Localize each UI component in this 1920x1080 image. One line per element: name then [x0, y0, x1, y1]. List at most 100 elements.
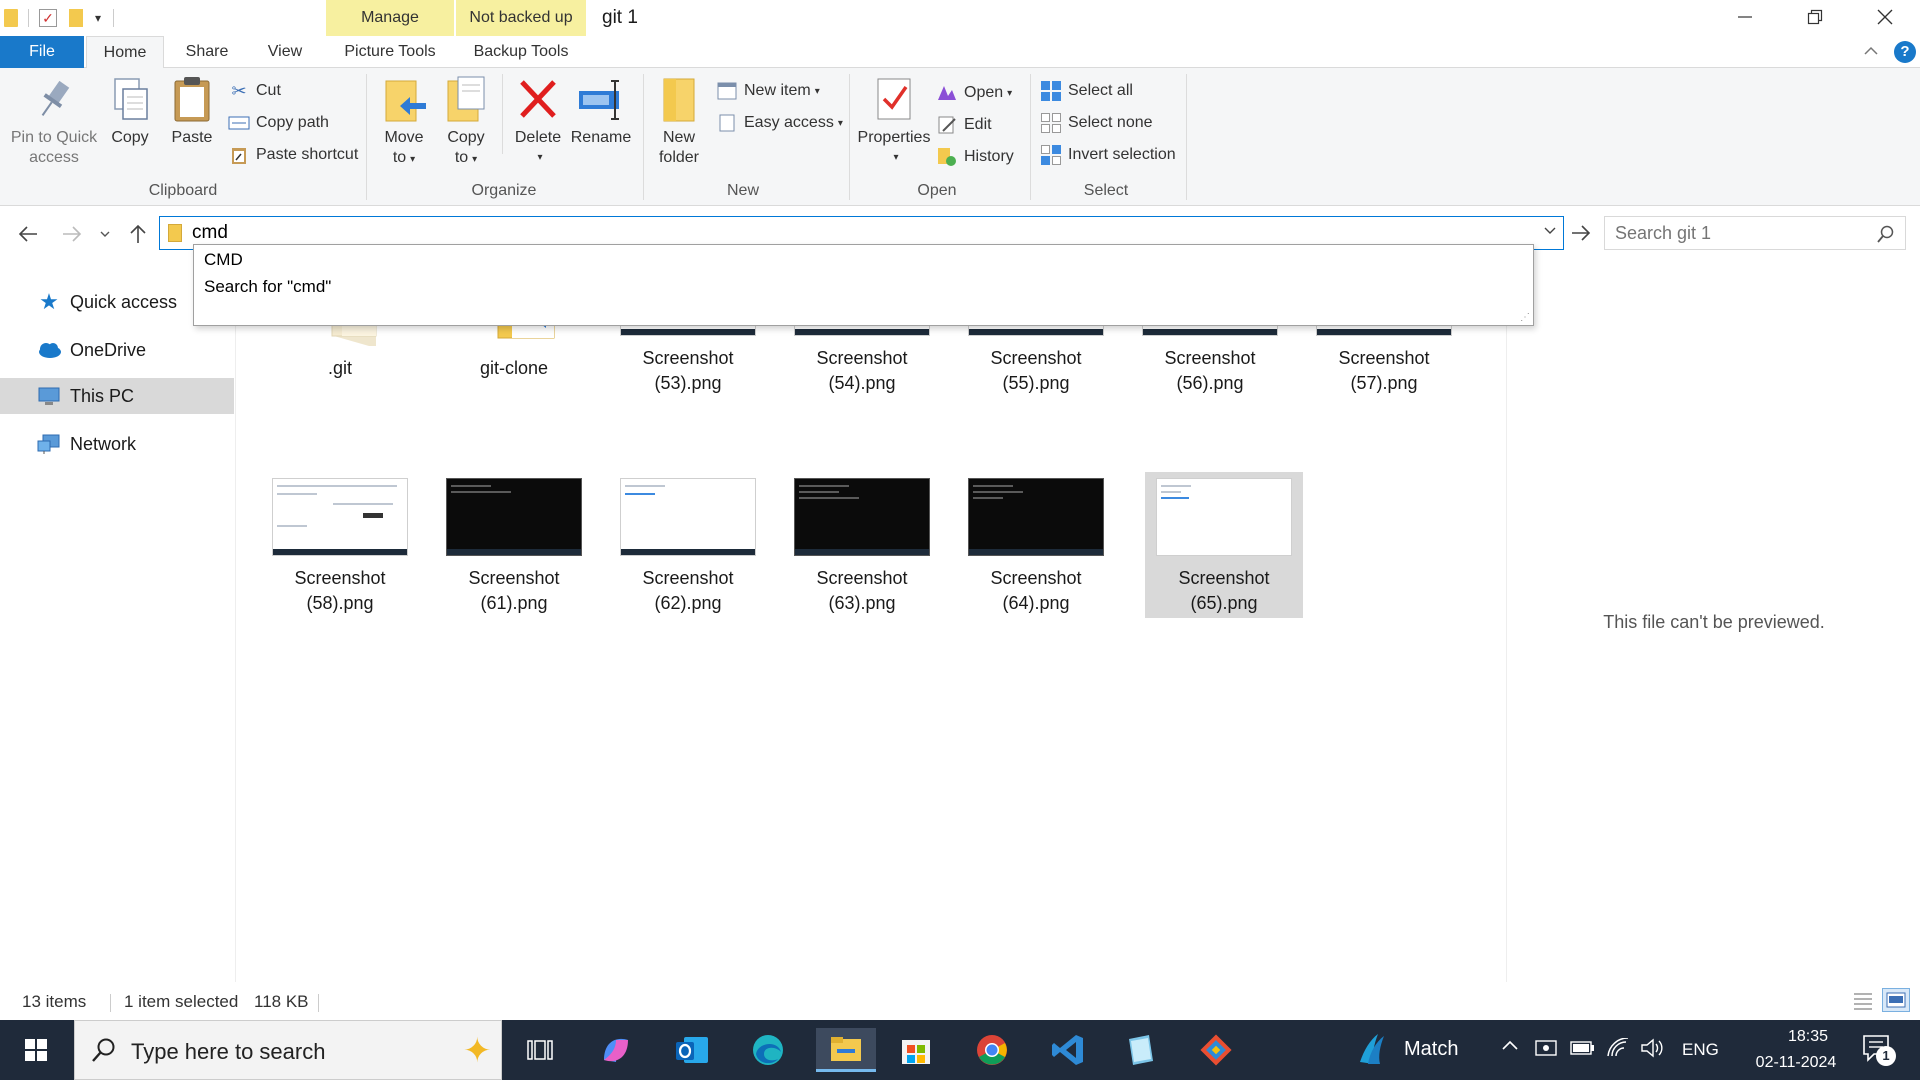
- tab-backup-tools[interactable]: Backup Tools: [456, 36, 586, 68]
- clock-time[interactable]: 18:35: [1760, 1028, 1856, 1046]
- close-button[interactable]: [1850, 0, 1920, 34]
- vscode-taskbar-icon[interactable]: [1044, 1028, 1092, 1072]
- task-view-icon: [527, 1040, 553, 1060]
- group-label-select: Select: [1083, 182, 1129, 199]
- weather-widget[interactable]: Match: [1356, 1032, 1458, 1066]
- address-history-dropdown[interactable]: [1543, 224, 1557, 243]
- notification-badge: 1: [1876, 1046, 1896, 1066]
- forward-button[interactable]: [58, 220, 86, 248]
- delete-dropdown-icon[interactable]: ▾: [537, 148, 542, 168]
- suggestion-item[interactable]: CMD: [200, 247, 247, 273]
- nav-item-network[interactable]: Network: [0, 426, 234, 462]
- tab-share[interactable]: Share: [170, 36, 244, 68]
- edit-button[interactable]: Edit: [936, 112, 992, 138]
- context-tab-manage[interactable]: Manage: [326, 0, 454, 36]
- up-button[interactable]: [124, 220, 152, 248]
- copy-path-button[interactable]: Copy path: [228, 110, 329, 136]
- customize-qat-icon[interactable]: ▾: [95, 11, 101, 25]
- new-folder-button[interactable]: New folder: [652, 74, 706, 168]
- properties-qat-icon[interactable]: ✓: [39, 9, 57, 27]
- tab-picture-tools[interactable]: Picture Tools: [326, 36, 454, 68]
- cut-button[interactable]: ✂ Cut: [228, 78, 280, 104]
- open-button[interactable]: Open ▾: [936, 80, 1012, 106]
- select-all-button[interactable]: Select all: [1040, 78, 1133, 104]
- move-to-label-line2: to ▾: [392, 149, 416, 166]
- open-label: Open: [964, 84, 1004, 101]
- file-tile-screenshot-58[interactable]: Screenshot (58).png: [261, 472, 419, 618]
- selection-count: 1 item selected: [124, 992, 239, 1011]
- tab-file[interactable]: File: [0, 36, 84, 68]
- new-folder-qat-icon[interactable]: [69, 9, 83, 27]
- start-button[interactable]: [12, 1028, 60, 1072]
- outlook-taskbar-icon[interactable]: [668, 1028, 716, 1072]
- recent-locations-button[interactable]: [96, 220, 114, 248]
- preview-message: This file can't be previewed.: [1603, 612, 1825, 632]
- battery-icon[interactable]: [1570, 1040, 1596, 1061]
- microsoft-store-taskbar-icon[interactable]: [892, 1028, 940, 1072]
- chrome-taskbar-icon[interactable]: [968, 1028, 1016, 1072]
- large-icons-view-icon: [1886, 992, 1906, 1008]
- copy-to-button[interactable]: Copy to ▾: [438, 74, 494, 170]
- git-gui-taskbar-icon[interactable]: [1192, 1028, 1240, 1072]
- delete-label: Delete: [514, 129, 562, 146]
- task-view-button[interactable]: [516, 1028, 564, 1072]
- address-autocomplete-dropdown: CMD Search for "cmd" ⋰: [193, 244, 1534, 326]
- file-explorer-taskbar-icon[interactable]: [816, 1028, 876, 1072]
- arrow-right-icon: [1572, 225, 1591, 241]
- new-item-button[interactable]: New item ▾: [716, 78, 820, 104]
- go-button[interactable]: [1566, 218, 1596, 248]
- copilot-taskbar-icon[interactable]: [592, 1028, 640, 1072]
- taskbar-search-box[interactable]: Type here to search ✦: [74, 1020, 502, 1080]
- back-button[interactable]: [14, 220, 42, 248]
- notification-center-button[interactable]: 1: [1862, 1032, 1896, 1073]
- rename-button[interactable]: Rename: [570, 74, 632, 148]
- wifi-icon[interactable]: [1606, 1037, 1630, 1063]
- invert-selection-button[interactable]: Invert selection: [1040, 142, 1176, 168]
- paste-shortcut-button[interactable]: Paste shortcut: [228, 142, 358, 168]
- collapse-ribbon-button[interactable]: [1862, 42, 1880, 65]
- details-view-button[interactable]: [1852, 990, 1874, 1015]
- file-tile-screenshot-64[interactable]: Screenshot (64).png: [957, 472, 1115, 618]
- tab-home[interactable]: Home: [86, 36, 164, 69]
- show-hidden-icons-button[interactable]: [1500, 1036, 1520, 1061]
- clock-date[interactable]: 02-11-2024: [1736, 1054, 1856, 1072]
- paste-button[interactable]: Paste: [166, 74, 218, 148]
- new-folder-label-line2: folder: [658, 149, 700, 166]
- restore-button[interactable]: [1780, 0, 1850, 34]
- context-tab-not-backed-up[interactable]: Not backed up: [456, 0, 586, 36]
- file-tile-screenshot-61[interactable]: Screenshot (61).png: [435, 472, 593, 618]
- help-icon[interactable]: ?: [1894, 41, 1916, 63]
- chevron-up-icon: [1502, 1040, 1518, 1050]
- nav-item-this-pc[interactable]: This PC: [0, 378, 234, 414]
- large-icons-view-button[interactable]: [1882, 988, 1910, 1012]
- easy-access-button[interactable]: Easy access ▾: [716, 110, 843, 136]
- move-to-button[interactable]: Move to ▾: [376, 74, 432, 170]
- copy-button[interactable]: Copy: [104, 74, 156, 148]
- invert-selection-icon: [1040, 144, 1062, 166]
- volume-icon[interactable]: [1640, 1038, 1666, 1063]
- suggestion-item[interactable]: Search for "cmd": [200, 274, 335, 300]
- tab-view[interactable]: View: [250, 36, 320, 68]
- file-tile-screenshot-63[interactable]: Screenshot (63).png: [783, 472, 941, 618]
- nav-item-onedrive[interactable]: OneDrive: [0, 332, 234, 368]
- notepad-taskbar-icon[interactable]: [1116, 1028, 1164, 1072]
- address-input[interactable]: [192, 221, 1492, 245]
- search-input[interactable]: [1615, 222, 1865, 244]
- properties-dropdown-icon[interactable]: ▾: [893, 148, 898, 168]
- resize-grip-icon[interactable]: ⋰: [1520, 312, 1530, 323]
- file-name: Screenshot (54).png: [816, 348, 908, 393]
- file-tile-screenshot-65[interactable]: Screenshot (65).png: [1145, 472, 1303, 618]
- input-language[interactable]: ENG: [1682, 1040, 1719, 1060]
- history-button[interactable]: History: [936, 144, 1014, 170]
- copy-to-label-line1: Copy: [447, 129, 485, 146]
- taskbar-search-placeholder: Type here to search: [131, 1039, 326, 1064]
- file-tile-screenshot-62[interactable]: Screenshot (62).png: [609, 472, 767, 618]
- pin-to-quick-access-button[interactable]: Pin to Quick access: [8, 74, 100, 168]
- select-none-button[interactable]: Select none: [1040, 110, 1153, 136]
- search-box[interactable]: [1604, 216, 1906, 250]
- delete-button[interactable]: Delete ▾: [510, 74, 566, 168]
- meet-now-icon[interactable]: [1534, 1038, 1558, 1063]
- properties-button[interactable]: Properties ▾: [856, 74, 932, 168]
- edge-taskbar-icon[interactable]: [744, 1028, 792, 1072]
- minimize-button[interactable]: [1710, 0, 1780, 34]
